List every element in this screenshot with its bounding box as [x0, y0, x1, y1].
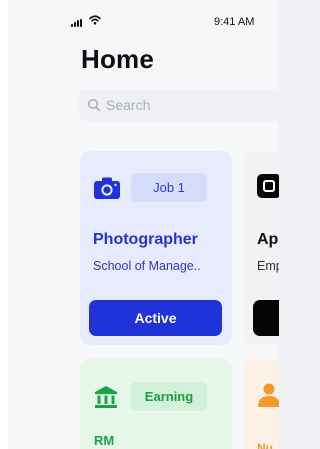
- orange-card-label: Nu: [257, 441, 273, 449]
- earning-tag: Earning: [131, 382, 207, 411]
- orange-card[interactable]: Nu: [244, 359, 279, 449]
- left-edge-strip: [0, 0, 8, 449]
- search-bar[interactable]: [79, 89, 279, 121]
- person-icon: [258, 383, 279, 407]
- job-tag: Job 1: [131, 173, 207, 202]
- signal-icon: [71, 19, 82, 27]
- job-card[interactable]: Job 1 Photographer School of Manage.. Ac…: [80, 151, 232, 345]
- earning-card[interactable]: Earning RM: [80, 359, 232, 449]
- status-bar: 9:41 AM: [0, 12, 279, 28]
- wifi-icon: [89, 15, 101, 25]
- home-screen: 9:41 AM Home Job 1 Photographer School o…: [0, 0, 279, 449]
- active-button[interactable]: Active: [89, 300, 222, 336]
- bank-icon: [95, 386, 117, 408]
- app-logo-icon: [257, 174, 279, 198]
- status-time: 9:41 AM: [214, 16, 255, 28]
- search-input[interactable]: [106, 95, 279, 115]
- application-subtitle: Emp: [257, 259, 279, 273]
- job-subtitle: School of Manage..: [93, 259, 201, 273]
- application-title: Ap: [257, 231, 279, 248]
- job-title: Photographer: [93, 231, 198, 248]
- earning-currency: RM: [94, 433, 115, 448]
- camera-icon: [94, 177, 120, 199]
- application-button[interactable]: [253, 300, 279, 336]
- application-card[interactable]: Ap Emp: [244, 151, 279, 345]
- page-title: Home: [81, 44, 155, 74]
- search-icon: [87, 98, 101, 112]
